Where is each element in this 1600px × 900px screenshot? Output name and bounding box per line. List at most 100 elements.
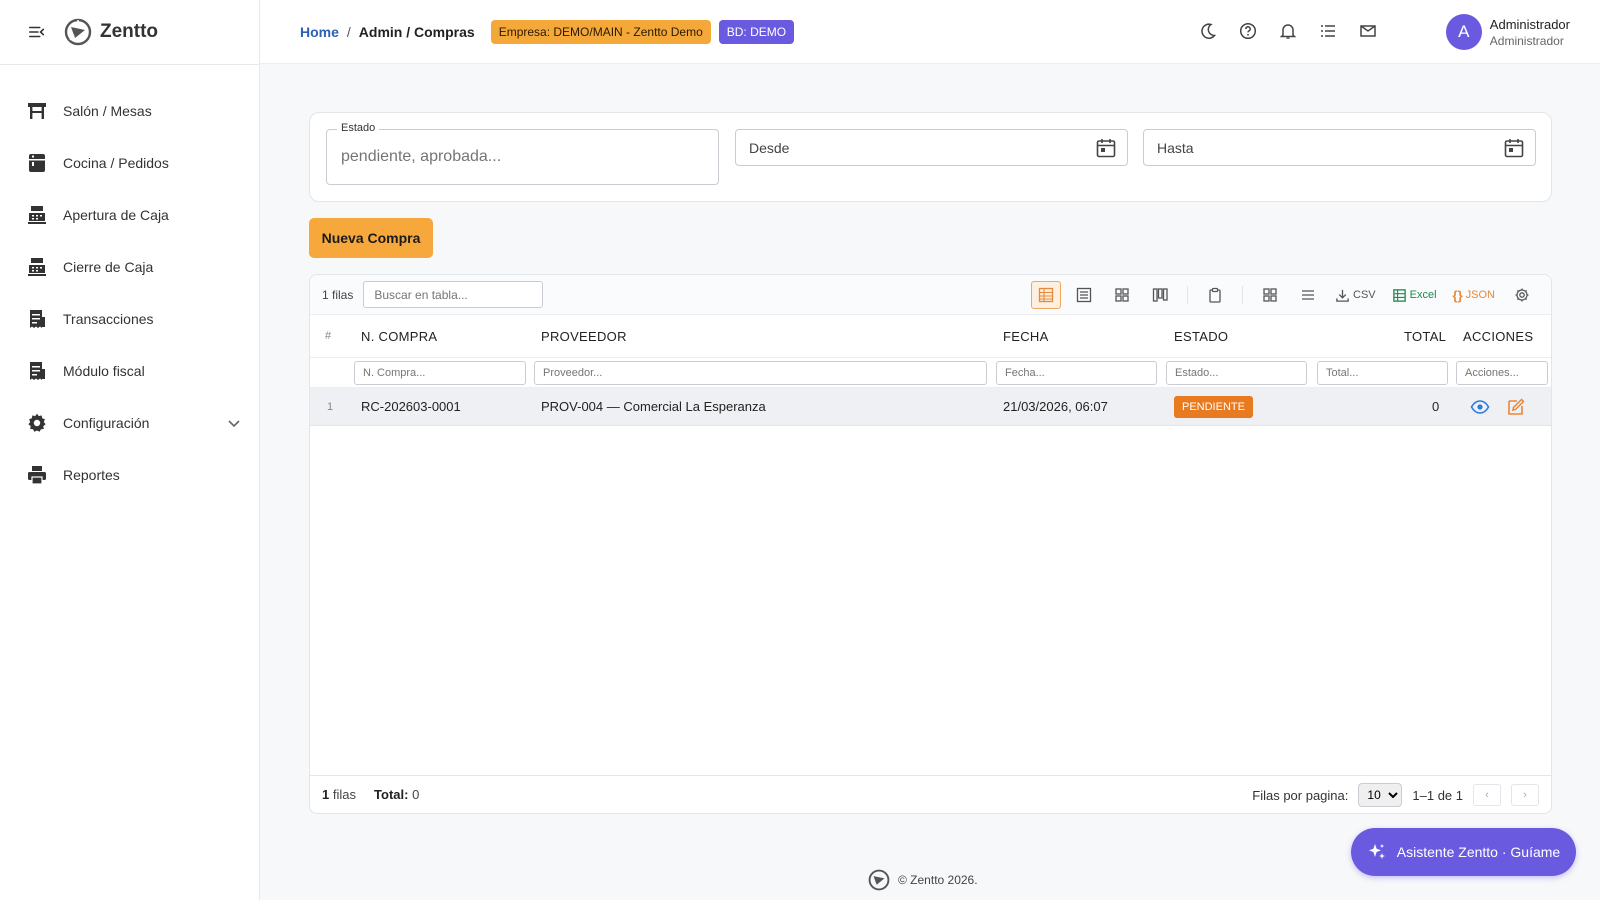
footer-total-value: 0 (412, 787, 420, 802)
list-icon[interactable] (1318, 20, 1338, 42)
sidebar-item-label: Configuración (63, 415, 150, 431)
page-footer: © Zentto 2026. (868, 869, 978, 891)
top-header: Home / Admin / Compras Empresa: DEMO/MAI… (260, 0, 1600, 64)
help-icon[interactable] (1238, 20, 1258, 42)
printer-icon (26, 464, 48, 486)
clipboard-icon (1209, 287, 1221, 303)
sidebar-item-transacciones[interactable]: Transacciones (0, 293, 259, 345)
col-proveedor-header[interactable]: PROVEEDOR (541, 329, 627, 344)
export-csv-button[interactable]: CSV (1331, 281, 1380, 309)
sparkle-icon (1368, 844, 1385, 859)
user-name: Administrador (1489, 16, 1570, 32)
row-count: 1 filas (322, 287, 354, 302)
data-grid: 1 filas CSV Excel {}JSON # N. COMPRA PRO… (309, 274, 1552, 814)
hasta-date-field[interactable]: Hasta (1143, 129, 1536, 166)
sidebar-item-configuracion[interactable]: Configuración (0, 397, 259, 449)
sidebar-item-apertura-caja[interactable]: Apertura de Caja (0, 189, 259, 241)
calendar-icon[interactable] (1503, 137, 1525, 159)
filter-proveedor-input[interactable] (534, 361, 987, 385)
kitchen-icon (26, 152, 48, 174)
user-role: Administrador (1489, 33, 1564, 48)
header-icons (1198, 20, 1378, 42)
cards-view-icon (1115, 288, 1129, 302)
list-view-icon (1076, 287, 1092, 303)
col-index-header: # (325, 330, 332, 342)
view-eye-icon[interactable] (1470, 397, 1490, 417)
table-row[interactable]: 1 RC-202603-0001 PROV-004 — Comercial La… (310, 388, 1551, 426)
estado-input[interactable] (341, 148, 701, 166)
sidebar-item-label: Salón / Mesas (63, 103, 152, 119)
user-menu[interactable]: A Administrador Administrador (1445, 14, 1570, 50)
clipboard-button[interactable] (1200, 281, 1230, 309)
footer-row-count: 1 (322, 787, 330, 802)
csv-label: CSV (1353, 289, 1376, 301)
desde-date-field[interactable]: Desde (735, 129, 1128, 166)
sidebar-item-label: Cierre de Caja (63, 259, 154, 275)
col-estado-header[interactable]: ESTADO (1174, 329, 1228, 344)
receipt-icon (26, 308, 48, 330)
assistant-label: Asistente Zentto · Guíame (1396, 844, 1561, 860)
cell-total: 0 (1432, 399, 1440, 414)
breadcrumb-current: Admin / Compras (358, 23, 475, 40)
grid-settings-button[interactable] (1507, 281, 1537, 309)
filter-acciones-input[interactable] (1456, 361, 1548, 385)
sidebar-item-cocina[interactable]: Cocina / Pedidos (0, 137, 259, 189)
sidebar-item-cierre-caja[interactable]: Cierre de Caja (0, 241, 259, 293)
filter-estado-input[interactable] (1166, 361, 1307, 385)
settings-icon (1515, 288, 1529, 302)
status-badge: PENDIENTE (1174, 396, 1253, 418)
calendar-icon[interactable] (1095, 137, 1117, 159)
next-page-button[interactable]: › (1511, 784, 1539, 806)
cell-compra: RC-202603-0001 (361, 399, 461, 414)
pagination: Filas por pagina: 10 1–1 de 1 ‹ › (1252, 783, 1539, 807)
view-table-button[interactable] (1031, 281, 1061, 309)
sidebar-nav: Salón / Mesas Cocina / Pedidos Apertura … (0, 65, 259, 501)
table-search-input[interactable] (363, 281, 544, 308)
table-header: # N. COMPRA PROVEEDOR FECHA ESTADO TOTAL… (310, 315, 1551, 358)
prev-page-button[interactable]: ‹ (1473, 784, 1501, 806)
sidebar-item-label: Cocina / Pedidos (63, 155, 169, 171)
mail-icon[interactable] (1358, 20, 1378, 42)
menu-collapse-icon[interactable] (28, 23, 46, 41)
chevron-down-icon[interactable] (227, 416, 241, 430)
nueva-compra-button[interactable]: Nueva Compra (309, 218, 433, 258)
filter-compra-input[interactable] (354, 361, 526, 385)
estado-field-label: Estado (337, 122, 380, 134)
kanban-view-icon (1152, 288, 1168, 302)
bell-icon[interactable] (1278, 20, 1298, 42)
zentto-logo-icon (64, 18, 92, 46)
assistant-button[interactable]: Asistente Zentto · Guíame (1351, 828, 1576, 876)
col-acciones-header[interactable]: ACCIONES (1463, 329, 1533, 344)
excel-icon (1392, 288, 1406, 302)
grid-tools: CSV Excel {} JSON (1031, 281, 1537, 309)
density-icon (1302, 290, 1314, 300)
receipt-icon (26, 360, 48, 382)
json-label: JSON (1465, 289, 1495, 301)
col-compra-header[interactable]: N. COMPRA (361, 329, 437, 344)
view-list-button[interactable] (1069, 281, 1099, 309)
export-json-button[interactable]: {} JSON (1449, 281, 1499, 309)
col-total-header[interactable]: TOTAL (1404, 329, 1446, 344)
estado-field[interactable]: Estado (326, 122, 719, 185)
dark-mode-icon[interactable] (1198, 20, 1218, 42)
avatar[interactable]: A (1445, 14, 1482, 50)
zentto-logo-icon (868, 869, 890, 891)
breadcrumb-home-link[interactable]: Home (300, 24, 339, 40)
rows-per-page-select[interactable]: 10 (1358, 783, 1403, 807)
view-kanban-button[interactable] (1145, 281, 1175, 309)
col-fecha-header[interactable]: FECHA (1003, 329, 1049, 344)
sidebar-item-modulo-fiscal[interactable]: Módulo fiscal (0, 345, 259, 397)
edit-icon[interactable] (1506, 397, 1526, 417)
filter-fecha-input[interactable] (996, 361, 1157, 385)
view-cards-button[interactable] (1107, 281, 1137, 309)
breadcrumb: Home / Admin / Compras (300, 24, 475, 40)
density-button[interactable] (1293, 281, 1323, 309)
table-view-icon (1038, 287, 1054, 303)
group-button[interactable] (1255, 281, 1285, 309)
sidebar-item-reportes[interactable]: Reportes (0, 449, 259, 501)
filter-total-input[interactable] (1317, 361, 1448, 385)
filter-row (310, 358, 1551, 388)
sidebar-item-salon[interactable]: Salón / Mesas (0, 85, 259, 137)
table-icon (26, 100, 48, 122)
export-excel-button[interactable]: Excel (1388, 281, 1441, 309)
